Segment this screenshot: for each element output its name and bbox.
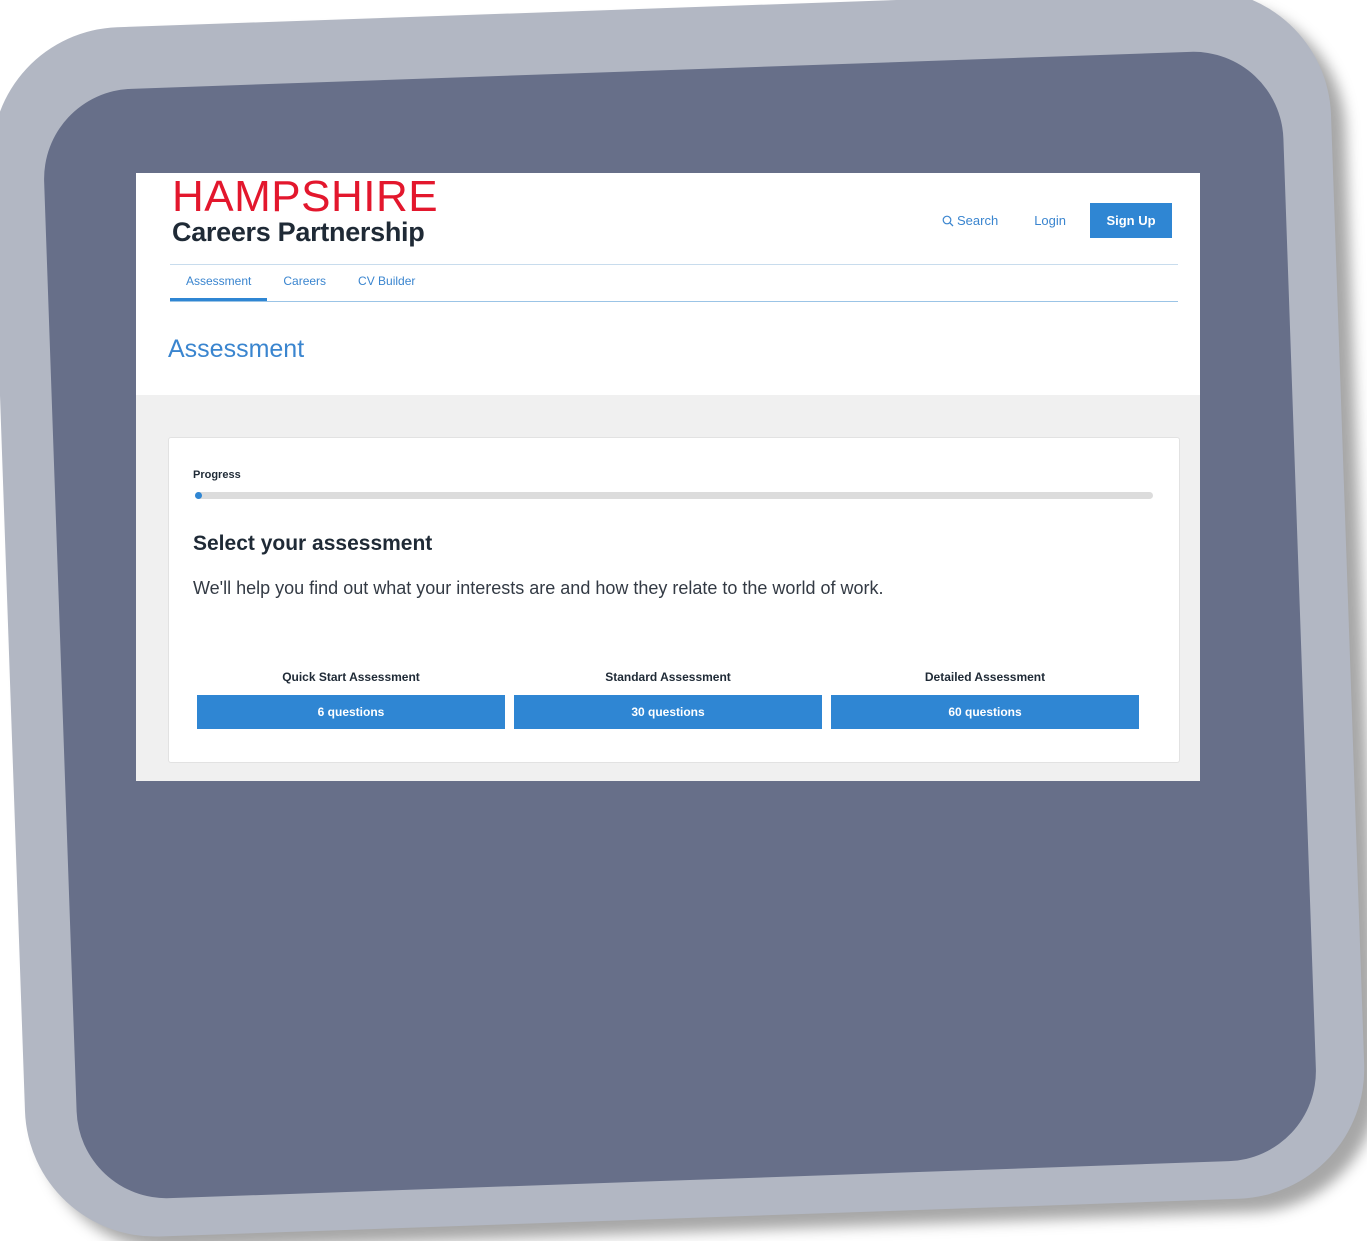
tab-cv-builder[interactable]: CV Builder [342, 265, 431, 301]
option-standard: Standard Assessment 30 questions [514, 667, 822, 729]
option-quick-start: Quick Start Assessment 6 questions [197, 667, 505, 729]
option-label: Standard Assessment [605, 670, 731, 684]
search-link[interactable]: Search [942, 213, 998, 228]
main-nav-tabs: Assessment Careers CV Builder [170, 265, 1178, 302]
logo-subtitle: Careers Partnership [172, 217, 425, 247]
assessment-card: Progress Select your assessment We'll he… [168, 437, 1180, 763]
option-label: Detailed Assessment [924, 670, 1046, 684]
page-title: Assessment [168, 335, 305, 363]
tab-assessment[interactable]: Assessment [170, 265, 268, 301]
login-link[interactable]: Login [1034, 213, 1066, 228]
logo-title: HAMPSHIRE [172, 173, 439, 221]
header-actions: Search Login Sign Up [942, 203, 1172, 238]
progress-bar-fill [195, 492, 202, 499]
site-header: HAMPSHIRE Careers Partnership Search Log… [136, 173, 1200, 395]
assessment-options: Quick Start Assessment 6 questions Stand… [197, 667, 1148, 729]
card-title: Select your assessment [193, 532, 433, 555]
progress-bar [195, 492, 1153, 499]
quick-start-button[interactable]: 6 questions [197, 695, 505, 729]
site-logo[interactable]: HAMPSHIRE Careers Partnership [172, 173, 439, 248]
option-detailed: Detailed Assessment 60 questions [831, 667, 1139, 729]
detailed-button[interactable]: 60 questions [831, 695, 1139, 729]
search-label: Search [956, 213, 999, 228]
sign-up-button[interactable]: Sign Up [1090, 203, 1172, 238]
tab-careers[interactable]: Careers [267, 265, 342, 301]
option-label: Quick Start Assessment [282, 670, 420, 684]
search-icon [942, 215, 954, 226]
standard-button[interactable]: 30 questions [514, 695, 822, 729]
progress-label: Progress [193, 469, 241, 481]
browser-screen: HAMPSHIRE Careers Partnership Search Log… [136, 173, 1200, 781]
main-content: Progress Select your assessment We'll he… [136, 395, 1200, 781]
card-description: We'll help you find out what your intere… [193, 578, 884, 598]
